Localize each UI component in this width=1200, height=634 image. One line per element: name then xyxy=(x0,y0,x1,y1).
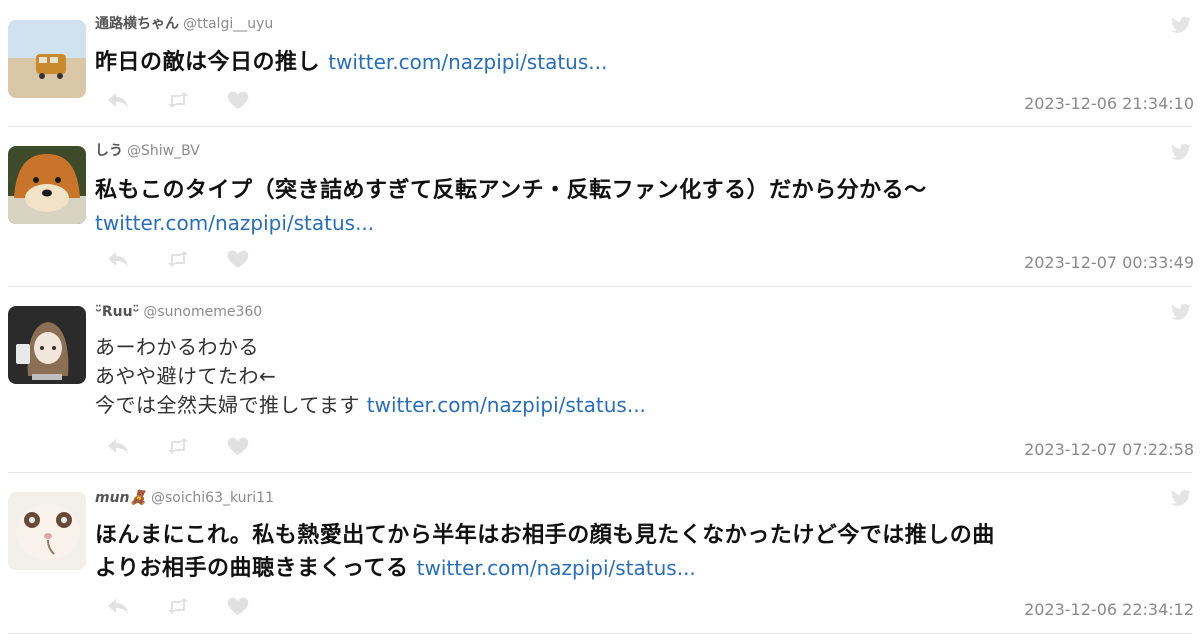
reply-icon[interactable] xyxy=(106,436,130,456)
tweet-link[interactable]: twitter.com/nazpipi/status... xyxy=(367,393,646,417)
author-line: ᵕ̈Ruuᵕ̈ @sunomeme360 xyxy=(95,303,262,321)
tweet-line: あやや避けてたわ← xyxy=(95,364,277,388)
author-line: 通路横ちゃん @ttalgi__uyu xyxy=(95,15,273,33)
avatar[interactable] xyxy=(8,492,86,570)
author-handle[interactable]: @sunomeme360 xyxy=(143,304,262,320)
author-handle[interactable]: @Shiw_BV xyxy=(127,143,200,159)
twitter-bird-icon xyxy=(1170,303,1192,321)
tweet-actions xyxy=(106,89,250,111)
author-name[interactable]: しう xyxy=(95,143,123,159)
tweet-text: あーわかるわかる あやや避けてたわ← 今では全然夫婦で推してます twitter… xyxy=(95,333,1185,420)
tweet-link[interactable]: twitter.com/nazpipi/status... xyxy=(417,556,696,580)
tweet-line: ほんまにこれ。私も熱愛出てから半年はお相手の顔も見たくなかったけど今では推しの曲 xyxy=(95,523,995,548)
retweet-icon[interactable] xyxy=(166,90,190,110)
tweet-text: ほんまにこれ。私も熱愛出てから半年はお相手の顔も見たくなかったけど今では推しの曲… xyxy=(95,519,1185,585)
tweet-line: 私もこのタイプ（突き詰めすぎて反転アンチ・反転ファン化する）だから分かる〜 xyxy=(95,178,927,203)
heart-icon[interactable] xyxy=(226,436,250,456)
author-line: しう @Shiw_BV xyxy=(95,142,200,160)
tweet-actions xyxy=(106,595,250,617)
author-line: mun🧸 @soichi63_kuri11 xyxy=(95,489,274,507)
reply-icon[interactable] xyxy=(106,249,130,269)
timestamp[interactable]: 2023-12-07 00:33:49 xyxy=(1024,253,1194,272)
tweet-link[interactable]: twitter.com/nazpipi/status... xyxy=(95,211,374,235)
twitter-bird-icon xyxy=(1170,143,1192,161)
author-name[interactable]: 通路横ちゃん xyxy=(95,16,179,32)
twitter-bird-icon xyxy=(1170,16,1192,34)
tweet-line: 昨日の敵は今日の推し xyxy=(95,50,321,75)
retweet-icon[interactable] xyxy=(166,436,190,456)
author-name[interactable]: ᵕ̈Ruuᵕ̈ xyxy=(95,304,139,320)
tweet-line: 今では全然夫婦で推してます xyxy=(95,393,360,417)
retweet-icon[interactable] xyxy=(166,249,190,269)
author-handle[interactable]: @soichi63_kuri11 xyxy=(151,490,274,506)
avatar[interactable] xyxy=(8,146,86,224)
tweet-card: ᵕ̈Ruuᵕ̈ @sunomeme360 あーわかるわかる あやや避けてたわ← 今… xyxy=(0,287,1200,473)
tweet-text: 昨日の敵は今日の推し twitter.com/nazpipi/status... xyxy=(95,46,1185,79)
tweet-line: あーわかるわかる xyxy=(95,335,259,359)
timestamp[interactable]: 2023-12-06 21:34:10 xyxy=(1024,94,1194,113)
timestamp[interactable]: 2023-12-06 22:34:12 xyxy=(1024,600,1194,619)
heart-icon[interactable] xyxy=(226,249,250,269)
tweet-card: しう @Shiw_BV 私もこのタイプ（突き詰めすぎて反転アンチ・反転ファン化する… xyxy=(0,127,1200,287)
tweet-actions xyxy=(106,435,250,457)
tweet-actions xyxy=(106,248,250,270)
author-name[interactable]: mun🧸 xyxy=(95,490,147,506)
tweet-card: 通路横ちゃん @ttalgi__uyu 昨日の敵は今日の推し twitter.co… xyxy=(0,0,1200,127)
author-handle[interactable]: @ttalgi__uyu xyxy=(183,16,273,32)
avatar[interactable] xyxy=(8,306,86,384)
tweet-line: よりお相手の曲聴きまくってる xyxy=(95,556,409,581)
retweet-icon[interactable] xyxy=(166,596,190,616)
reply-icon[interactable] xyxy=(106,596,130,616)
tweet-card: mun🧸 @soichi63_kuri11 ほんまにこれ。私も熱愛出てから半年はお… xyxy=(0,473,1200,634)
heart-icon[interactable] xyxy=(226,90,250,110)
timestamp[interactable]: 2023-12-07 07:22:58 xyxy=(1024,440,1194,459)
reply-icon[interactable] xyxy=(106,90,130,110)
tweet-link[interactable]: twitter.com/nazpipi/status... xyxy=(328,50,607,74)
twitter-bird-icon xyxy=(1170,489,1192,507)
heart-icon[interactable] xyxy=(226,596,250,616)
tweet-text: 私もこのタイプ（突き詰めすぎて反転アンチ・反転ファン化する）だから分かる〜 tw… xyxy=(95,174,1185,240)
avatar[interactable] xyxy=(8,20,86,98)
